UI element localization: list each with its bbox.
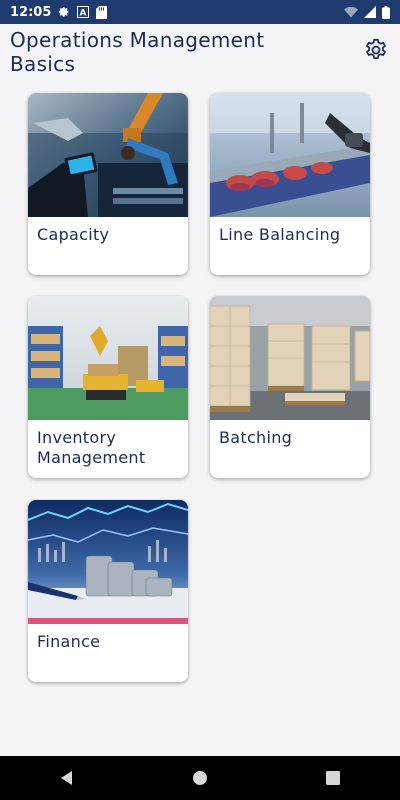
back-button[interactable] bbox=[47, 758, 87, 798]
page-title: Operations Management Basics bbox=[10, 28, 265, 76]
topic-card-line-balancing[interactable]: Line Balancing bbox=[210, 93, 370, 275]
back-icon bbox=[60, 771, 72, 785]
status-time: 12:05 bbox=[10, 4, 52, 20]
card-label: Capacity bbox=[37, 225, 110, 244]
card-image bbox=[28, 93, 188, 217]
home-button[interactable] bbox=[180, 758, 220, 798]
home-icon bbox=[192, 771, 207, 785]
status-bar: 12:05 A bbox=[0, 0, 400, 24]
topic-card-capacity[interactable]: Capacity bbox=[28, 93, 188, 275]
battery-icon bbox=[382, 5, 390, 19]
topic-card-batching[interactable]: Batching bbox=[210, 296, 370, 478]
recents-icon bbox=[326, 771, 341, 785]
gear-icon bbox=[366, 38, 386, 59]
gear-icon bbox=[58, 6, 70, 18]
card-label: Batching bbox=[219, 428, 293, 447]
card-label: Line Balancing bbox=[219, 225, 341, 244]
svg-text:A: A bbox=[80, 9, 87, 19]
card-image bbox=[28, 500, 188, 624]
card-label: Finance bbox=[37, 632, 101, 651]
topic-card-inventory-management[interactable]: Inventory Management bbox=[28, 296, 188, 478]
settings-button[interactable] bbox=[362, 36, 390, 64]
topic-card-finance[interactable]: Finance bbox=[28, 500, 188, 682]
card-image bbox=[210, 93, 370, 217]
wifi-icon bbox=[344, 6, 358, 18]
app-bar: Operations Management Basics bbox=[0, 24, 400, 86]
card-label: Inventory Management bbox=[37, 428, 146, 467]
card-image bbox=[28, 296, 188, 420]
recents-button[interactable] bbox=[313, 758, 353, 798]
sd-card-icon bbox=[96, 5, 108, 19]
a-box-icon: A bbox=[77, 6, 90, 19]
card-image bbox=[210, 296, 370, 420]
signal-icon bbox=[364, 6, 376, 18]
navigation-bar bbox=[0, 756, 400, 800]
